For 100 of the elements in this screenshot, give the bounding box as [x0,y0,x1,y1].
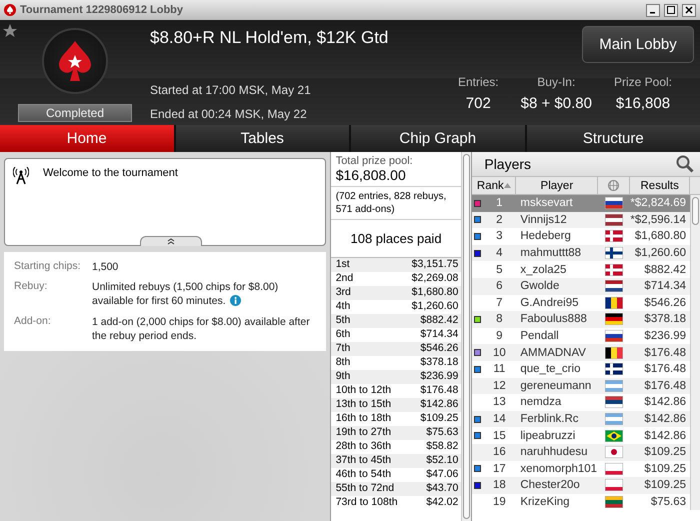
place-label: 2nd [336,272,354,286]
window-title: Tournament 1229806912 Lobby [20,4,184,16]
player-row[interactable]: 4 mahmuttt88 $1,260.60 [472,244,690,262]
place-label: 1st [336,258,350,272]
scrollbar[interactable] [461,152,472,521]
flag-icon [605,430,624,442]
tab[interactable]: Chip Graph [351,125,524,152]
stat-label: Buy-In: [537,75,576,89]
place-label: 13th to 15th [336,398,392,412]
prize-amount: $43.70 [426,482,458,496]
prize-amount: $42.02 [426,496,458,510]
maximize-button[interactable] [664,4,678,16]
news-text: Welcome to the tournament [43,167,178,181]
main-lobby-button[interactable]: Main Lobby [582,26,694,63]
player-name: Faboulus888 [519,313,588,326]
player-name: Hedeberg [519,230,572,242]
end-time: Ended at 00:24 MSK, May 22 [150,107,308,121]
place-label: 28th to 36th [336,440,392,454]
prize-amount: $58.82 [426,440,458,454]
player-row[interactable]: 12 gereneumann $176.48 [472,378,690,394]
info-value: 1 add-on (2,000 chips for $8.00) available after the rebuy period ends. [92,314,311,343]
player-name: nemdza [519,396,562,408]
rank-cell-text: 13 [492,396,507,408]
flag-icon [605,197,624,210]
place-label: 8th [336,356,350,370]
place-label: 4th [336,300,350,314]
star-icon[interactable] [3,24,17,38]
antenna-icon [13,167,29,185]
rank-cell-text: 12 [492,380,507,392]
player-row[interactable]: 10 AMMADNAV $176.48 [472,344,690,361]
place-label: 3rd [336,286,351,300]
column-header[interactable]: Player [516,177,598,194]
player-row[interactable]: 18 Chester20o $109.25 [472,477,690,494]
rank-cell-text: 18 [492,479,507,492]
player-row[interactable]: 14 Ferblink.Rc $142.86 [472,410,690,428]
rank-cell-text: 8 [495,313,504,326]
rank-cell-text: 15 [492,430,507,442]
search-icon[interactable] [676,155,694,173]
rank-cell-text: 2 [495,214,504,226]
player-row[interactable]: 19 KrizeKing $75.63 [472,494,690,510]
flag-icon [605,496,624,508]
prize-amount: $2,269.08 [412,272,458,286]
close-button[interactable] [682,4,696,16]
place-label: 6th [336,328,350,342]
tab[interactable]: Structure [526,125,700,152]
flag-icon [605,346,624,359]
flag-icon [605,396,624,408]
player-name: mahmuttt88 [519,247,582,260]
prize-amount: $1,260.60 [412,300,458,314]
flag-icon [605,413,624,426]
player-name: Pendall [519,330,560,342]
players-title: Players [484,156,532,172]
column-header[interactable]: Results [630,177,690,194]
prize-amount: $882.42 [420,314,458,328]
rank-cell-text: 10 [492,346,507,359]
place-label: 37th to 45th [336,454,392,468]
start-time: Started at 17:00 MSK, May 21 [150,83,312,97]
tab[interactable]: Tables [176,125,349,152]
minimize-button[interactable] [646,4,660,16]
player-row[interactable]: 6 Gwolde $714.34 [472,278,690,295]
player-row[interactable]: 8 Faboulus888 $378.18 [472,311,690,328]
prize-amount: $75.63 [426,426,458,440]
place-label: 9th [336,370,350,384]
flag-icon [605,313,624,326]
prize-amount: $176.48 [420,384,458,398]
expand-button[interactable] [140,236,202,246]
stat-value: 702 [466,95,491,112]
result-cell-text: $1,260.60 [634,247,687,260]
player-row[interactable]: 17 xenomorph101 $109.25 [472,460,690,478]
result-cell-text: $142.86 [643,413,687,426]
result-cell-text: $378.18 [643,313,687,326]
player-row[interactable]: 16 naruhhudesu $109.25 [472,444,690,460]
result-cell-text: $142.86 [643,396,687,408]
flag-icon [605,280,624,292]
globe-icon[interactable] [608,180,620,191]
scrollbar[interactable] [690,195,700,510]
flag-icon [605,380,624,392]
result-cell-text: $714.34 [643,280,687,292]
player-row[interactable]: 2 Vinnijs12 *$2,596.14 [472,212,690,228]
total-prize: $16,808.00 [336,167,407,183]
place-label: 10th to 12th [336,384,392,398]
flag-icon [605,264,624,276]
player-row[interactable]: 7 G.Andrei95 $546.26 [472,294,690,312]
result-cell-text: $109.25 [643,446,687,458]
player-name: xenomorph101 [519,462,598,475]
flag-icon [605,230,624,242]
prize-amount: $3,151.75 [412,258,458,272]
result-cell-text: $75.63 [650,496,687,508]
result-cell-text: $109.25 [643,479,687,492]
info-icon[interactable] [230,295,241,306]
place-label: 19th to 27th [336,426,392,440]
rank-cell-text: 16 [492,446,507,458]
result-cell-text: $109.25 [643,462,687,475]
prize-amount: $236.99 [420,370,458,384]
player-name: Ferblink.Rc [519,413,580,426]
column-header[interactable]: Rank [472,177,516,194]
tab[interactable]: Home [0,125,174,152]
total-label: Total prize pool: [336,155,414,167]
place-label: 73rd to 108th [336,496,398,510]
player-row[interactable]: 9 Pendall $236.99 [472,328,690,344]
